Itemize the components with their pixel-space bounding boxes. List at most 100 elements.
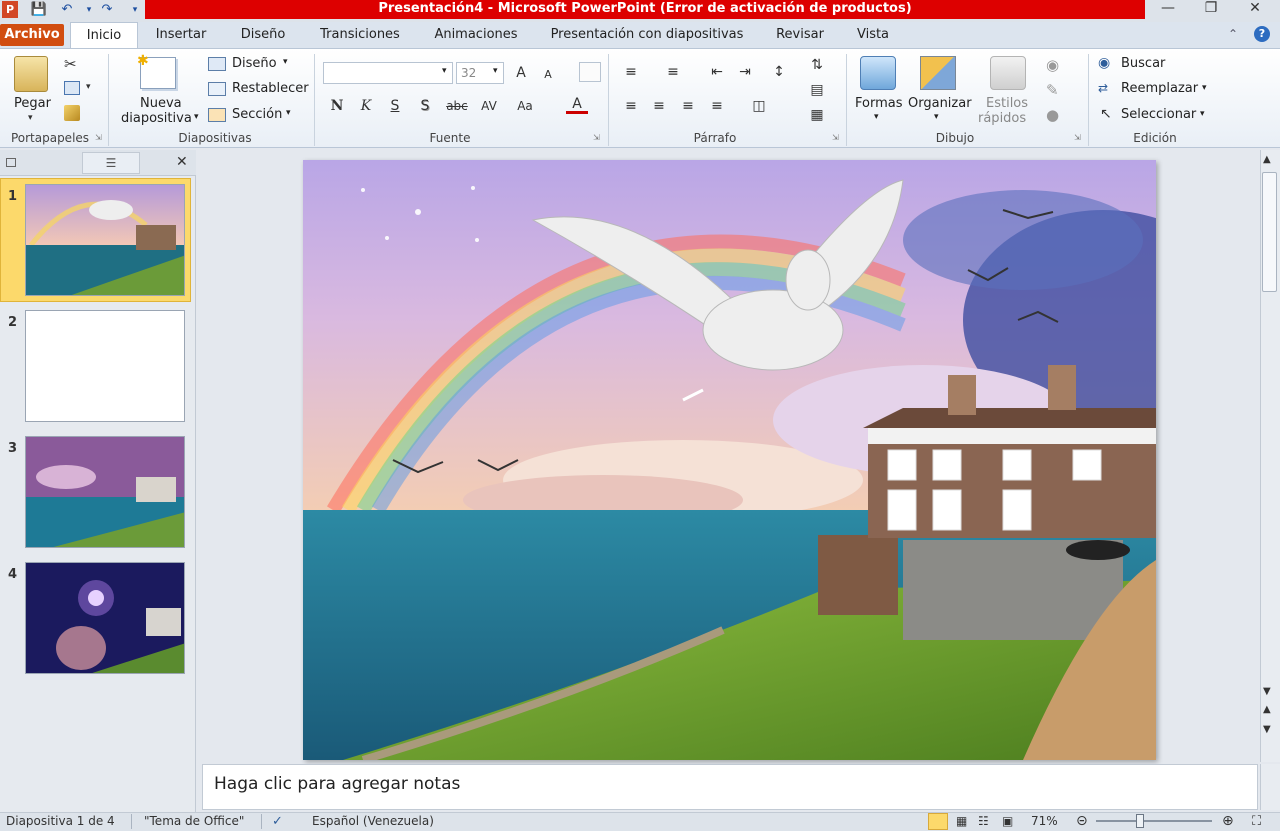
bold-button[interactable]: N — [326, 96, 348, 116]
redo-icon[interactable]: ↷ — [98, 2, 116, 18]
font-name-input[interactable] — [323, 62, 453, 84]
shapes-button[interactable]: Formas — [855, 95, 903, 113]
undo-dropdown-icon[interactable]: ▾ — [80, 2, 98, 18]
paste-dropdown-icon[interactable]: ▾ — [28, 113, 33, 123]
decrease-indent-icon[interactable]: ⇤ — [706, 62, 728, 82]
numbering-icon[interactable]: ≡ — [662, 62, 684, 82]
dialog-launcher-icon[interactable]: ⇲ — [1074, 133, 1081, 142]
paste-icon[interactable] — [14, 56, 48, 92]
scroll-down-icon[interactable]: ▼ — [1263, 686, 1271, 697]
change-case-button[interactable]: Aa — [512, 96, 538, 116]
tab-animaciones[interactable]: Animaciones — [428, 22, 524, 48]
arrange-button[interactable]: Organizar — [908, 95, 972, 113]
font-color-button[interactable]: A — [566, 94, 588, 114]
shape-fill-icon[interactable]: ◉ — [1046, 56, 1059, 74]
layout-icon[interactable] — [208, 57, 226, 71]
theme-name[interactable]: "Tema de Office" — [144, 812, 244, 831]
slide-thumbnail-3[interactable] — [25, 436, 185, 548]
strikethrough-button[interactable]: abc — [444, 96, 470, 116]
fit-to-window-icon[interactable]: ⛶ — [1252, 812, 1261, 831]
format-painter-icon[interactable] — [64, 105, 80, 121]
close-window-icon[interactable]: ✕ — [1240, 0, 1270, 18]
bullets-icon[interactable]: ≡ — [620, 62, 642, 82]
tab-diseno[interactable]: Diseño — [234, 22, 292, 48]
zoom-in-icon[interactable]: ⊕ — [1222, 812, 1234, 831]
scroll-up-icon[interactable]: ▲ — [1263, 154, 1271, 165]
align-center-icon[interactable]: ≡ — [648, 96, 670, 116]
help-icon[interactable]: ? — [1254, 26, 1270, 42]
find-button[interactable]: Buscar — [1121, 55, 1165, 73]
cut-icon[interactable]: ✂ — [64, 55, 77, 73]
shrink-font-icon[interactable]: A — [537, 65, 559, 85]
slide-1[interactable] — [303, 160, 1156, 760]
tab-insertar[interactable]: Insertar — [148, 22, 214, 48]
align-right-icon[interactable]: ≡ — [677, 96, 699, 116]
quick-styles-label-2[interactable]: rápidos — [978, 110, 1026, 128]
section-button[interactable]: Sección — [232, 106, 282, 124]
tab-inicio[interactable]: Inicio — [70, 22, 138, 49]
customize-qat-icon[interactable]: ▾ — [126, 2, 144, 18]
replace-icon[interactable]: ⇄ — [1098, 81, 1108, 95]
slide-thumbnail-4[interactable] — [25, 562, 185, 674]
replace-dropdown-icon[interactable]: ▾ — [1202, 83, 1207, 93]
tab-transiciones[interactable]: Transiciones — [314, 22, 406, 48]
collapse-ribbon-icon[interactable]: ⌃ — [1228, 27, 1238, 41]
dialog-launcher-icon[interactable]: ⇲ — [593, 133, 600, 142]
reading-view-icon[interactable]: ☷ — [978, 812, 989, 831]
dialog-launcher-icon[interactable]: ⇲ — [95, 133, 102, 142]
scroll-thumb[interactable] — [1262, 172, 1277, 292]
shapes-icon[interactable] — [860, 56, 896, 90]
zoom-slider-thumb[interactable] — [1136, 814, 1144, 828]
new-slide-label-2[interactable]: diapositiva — [121, 110, 192, 128]
find-icon[interactable]: ◉ — [1098, 55, 1110, 71]
close-pane-icon[interactable]: ✕ — [176, 154, 188, 170]
spellcheck-icon[interactable]: ✓ — [272, 812, 283, 831]
section-icon[interactable] — [208, 108, 226, 122]
shapes-dropdown-icon[interactable]: ▾ — [874, 112, 879, 122]
reset-icon[interactable] — [208, 82, 226, 96]
clear-format-icon[interactable] — [579, 62, 601, 82]
italic-button[interactable]: K — [355, 96, 377, 116]
line-spacing-icon[interactable]: ↕ — [768, 62, 790, 82]
underline-button[interactable]: S — [384, 96, 406, 116]
save-icon[interactable]: 💾 — [30, 2, 48, 18]
reset-button[interactable]: Restablecer — [232, 80, 309, 98]
copy-dropdown-icon[interactable]: ▾ — [86, 82, 91, 92]
slides-view-icon[interactable] — [6, 158, 16, 167]
language[interactable]: Español (Venezuela) — [312, 812, 434, 831]
justify-icon[interactable]: ≡ — [706, 96, 728, 116]
notes-scrollbar[interactable] — [1260, 764, 1280, 810]
columns-icon[interactable]: ◫ — [748, 96, 770, 116]
notes-placeholder[interactable]: Haga clic para agregar notas — [214, 774, 460, 794]
font-name-dropdown-icon[interactable]: ▾ — [442, 66, 447, 76]
tab-vista[interactable]: Vista — [850, 22, 896, 48]
zoom-out-icon[interactable]: ⊝ — [1076, 812, 1088, 831]
replace-button[interactable]: Reemplazar — [1121, 80, 1198, 98]
arrange-dropdown-icon[interactable]: ▾ — [934, 112, 939, 122]
layout-button[interactable]: Diseño — [232, 55, 277, 73]
copy-icon[interactable] — [64, 81, 80, 95]
select-cursor-icon[interactable]: ↖ — [1100, 106, 1112, 122]
undo-icon[interactable]: ↶ — [58, 2, 76, 18]
previous-slide-icon[interactable]: ▲ — [1263, 704, 1271, 715]
quick-styles-icon[interactable] — [990, 56, 1026, 90]
tab-revisar[interactable]: Revisar — [770, 22, 830, 48]
char-spacing-button[interactable]: AV — [476, 96, 502, 116]
arrange-icon[interactable] — [920, 56, 956, 90]
normal-view-icon[interactable] — [928, 813, 948, 830]
dialog-launcher-icon[interactable]: ⇲ — [832, 133, 839, 142]
minimize-icon[interactable]: — — [1153, 0, 1183, 18]
shape-outline-icon[interactable]: ✎ — [1046, 81, 1059, 99]
zoom-slider-track[interactable] — [1096, 820, 1212, 822]
smartart-icon[interactable]: ▦ — [806, 105, 828, 125]
restore-icon[interactable]: ❐ — [1196, 0, 1226, 18]
select-dropdown-icon[interactable]: ▾ — [1200, 109, 1205, 119]
slideshow-icon[interactable]: ▣ — [1002, 812, 1013, 831]
section-dropdown-icon[interactable]: ▾ — [286, 108, 291, 118]
slide-thumbnail-2[interactable] — [25, 310, 185, 422]
grow-font-icon[interactable]: A — [510, 63, 532, 83]
shape-effects-icon[interactable]: ● — [1046, 106, 1059, 124]
outline-tab-icon[interactable]: ☰ — [82, 152, 140, 174]
slide-sorter-icon[interactable]: ▦ — [956, 812, 967, 831]
text-direction-icon[interactable]: ⇅ — [806, 55, 828, 75]
